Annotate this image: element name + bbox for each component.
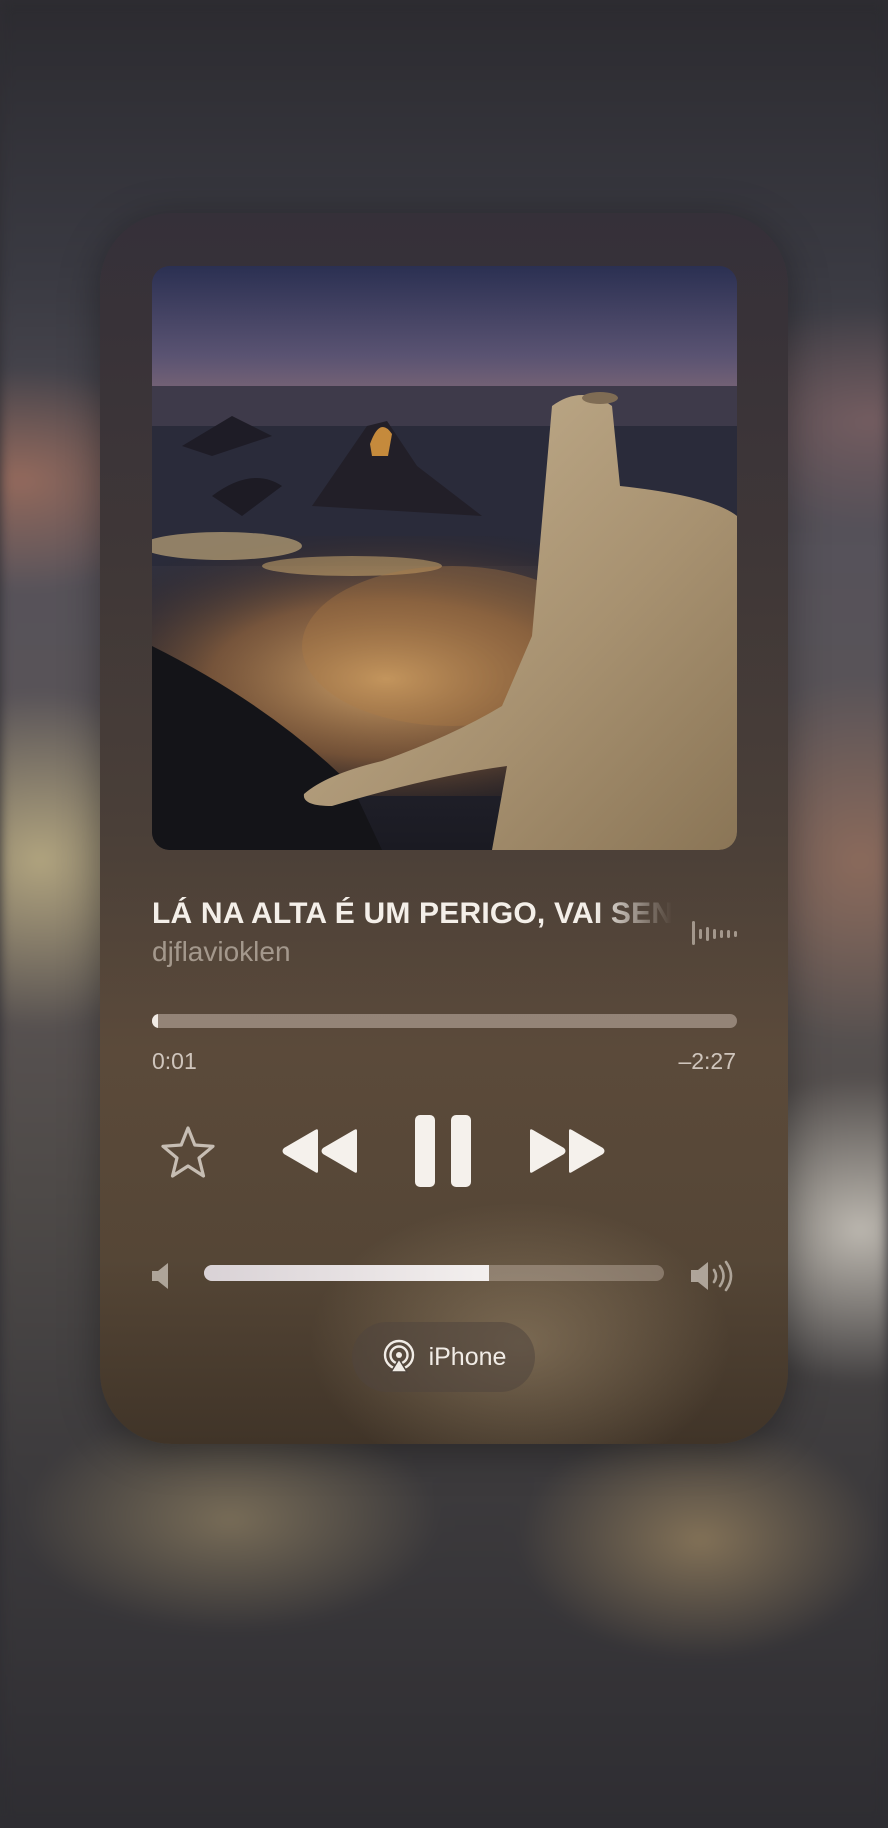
elapsed-time: 0:01 xyxy=(152,1048,197,1074)
track-title: LÁ NA ALTA É UM PERIGO, VAI SENTANDO xyxy=(152,897,672,930)
volume-min-button[interactable] xyxy=(146,1257,176,1295)
star-icon xyxy=(161,1126,215,1178)
track-artist[interactable]: djflavioklen xyxy=(152,936,291,968)
rewind-icon xyxy=(282,1129,357,1173)
favorite-button[interactable] xyxy=(154,1119,222,1187)
album-artwork xyxy=(152,266,737,850)
playback-progress-fill xyxy=(152,1014,158,1028)
playback-scrubber[interactable] xyxy=(152,1014,737,1028)
pause-button[interactable] xyxy=(403,1109,483,1193)
airplay-icon xyxy=(383,1339,414,1373)
fast-forward-icon xyxy=(530,1129,605,1173)
now-playing-card: LÁ NA ALTA É UM PERIGO, VAI SENTANDO djf… xyxy=(100,213,788,1444)
volume-slider[interactable] xyxy=(204,1265,664,1281)
speaker-low-icon xyxy=(152,1263,168,1289)
airplay-output-button[interactable]: iPhone xyxy=(352,1322,535,1392)
waveform-icon xyxy=(690,919,738,947)
pause-icon xyxy=(415,1115,471,1187)
volume-level-fill xyxy=(204,1265,490,1281)
volume-max-button[interactable] xyxy=(688,1256,736,1296)
output-device-label: iPhone xyxy=(428,1342,507,1371)
speaker-high-icon xyxy=(691,1260,733,1292)
fast-forward-button[interactable] xyxy=(522,1116,612,1186)
remaining-time: –2:27 xyxy=(678,1048,736,1074)
rewind-button[interactable] xyxy=(275,1116,365,1186)
